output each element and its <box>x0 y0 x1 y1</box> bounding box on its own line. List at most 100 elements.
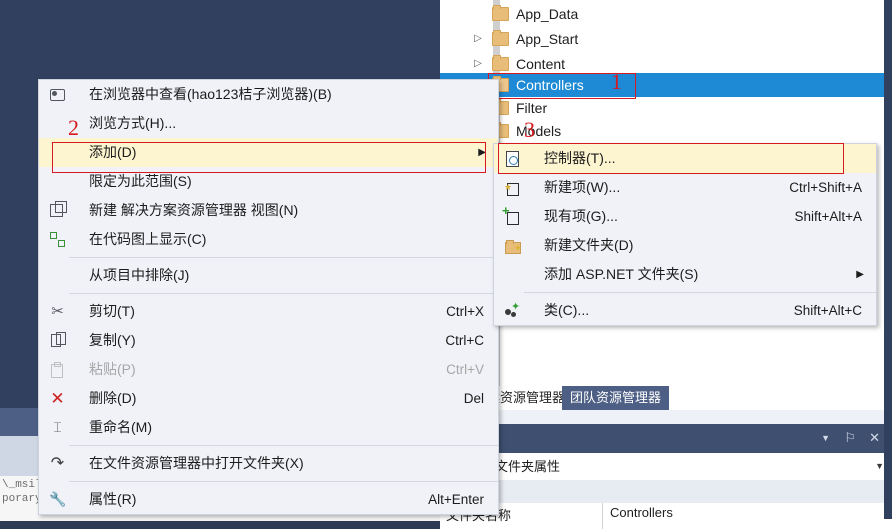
paste-icon <box>49 361 66 378</box>
class-icon: ✦ <box>504 302 521 319</box>
menu-item-label: 新建项(W)... <box>544 179 621 195</box>
menu-item-paste: 粘贴(P) Ctrl+V <box>39 355 498 384</box>
cut-icon: ✂ <box>51 303 64 320</box>
properties-title-bar: ▼ ⚐ ✕ <box>440 424 892 453</box>
menu-item-accelerator: Ctrl+V <box>446 362 484 377</box>
menu-item-accelerator: Ctrl+Shift+A <box>789 180 862 195</box>
code-map-icon <box>49 231 66 248</box>
menu-item-label: 新建 解决方案资源管理器 视图(N) <box>89 202 299 218</box>
property-value: Controllers <box>610 505 673 520</box>
properties-object-type: 文件夹属性 <box>495 459 561 474</box>
tree-item-label: Filter <box>516 100 548 116</box>
menu-item-scope-to-this[interactable]: 限定为此范围(S) <box>39 167 498 196</box>
folder-icon <box>492 30 509 46</box>
menu-item-label: 从项目中排除(J) <box>89 267 190 283</box>
pin-icon[interactable]: ⚐ <box>844 430 856 446</box>
menu-item-label: 复制(Y) <box>89 332 136 348</box>
chevron-down-icon[interactable]: ▼ <box>821 430 830 446</box>
menu-item-label: 类(C)... <box>544 302 590 318</box>
menu-separator <box>69 481 498 482</box>
menu-item-label: 限定为此范围(S) <box>89 173 192 189</box>
menu-separator <box>524 292 876 293</box>
new-item-icon <box>504 173 521 202</box>
properties-icon: 🔧 <box>49 491 67 507</box>
properties-window: ▼ ⚐ ✕ llers 文件夹属性 ▼ 文件夹名称 Controllers <box>440 410 892 529</box>
menu-item-label: 重命名(M) <box>89 419 152 435</box>
tree-item-label: App_Start <box>516 31 579 47</box>
menu-item-new-solution-explorer-view[interactable]: 新建 解决方案资源管理器 视图(N) <box>39 196 498 225</box>
menu-item-cut[interactable]: ✂ 剪切(T) Ctrl+X <box>39 297 498 326</box>
menu-item-view-in-browser[interactable]: 在浏览器中查看(hao123桔子浏览器)(B) <box>39 80 498 109</box>
menu-item-browse-with[interactable]: 浏览方式(H)... <box>39 109 498 138</box>
tree-item-app-start[interactable]: ▷ App_Start <box>440 27 892 51</box>
rename-icon: ⌶ <box>53 419 62 435</box>
menu-item-label: 在代码图上显示(C) <box>89 231 207 247</box>
menu-item-rename[interactable]: ⌶ 重命名(M) <box>39 413 498 442</box>
submenu-item-new-folder[interactable]: 新建文件夹(D) <box>494 231 876 263</box>
chevron-right-icon: ▶ <box>856 269 864 280</box>
properties-object-selector[interactable]: llers 文件夹属性 ▼ <box>440 453 892 481</box>
close-icon[interactable]: ✕ <box>869 430 880 446</box>
menu-item-show-on-code-map[interactable]: 在代码图上显示(C) <box>39 225 498 254</box>
menu-item-accelerator: Shift+Alt+C <box>793 303 862 318</box>
menu-separator <box>69 293 498 294</box>
open-folder-icon: ↷ <box>50 455 65 472</box>
menu-item-accelerator: Del <box>463 391 484 406</box>
menu-item-label: 粘贴(P) <box>89 361 136 377</box>
add-submenu[interactable]: 控制器(T)... 新建项(W)... Ctrl+Shift+A 现有项(G).… <box>493 143 877 326</box>
tree-item-app-data[interactable]: App_Data <box>440 2 892 26</box>
menu-separator <box>69 445 498 446</box>
submenu-item-class[interactable]: ✦ 类(C)... Shift+Alt+C <box>494 296 876 325</box>
chevron-down-icon[interactable]: ▼ <box>875 453 884 480</box>
menu-item-add[interactable]: 添加(D) ▶ <box>39 138 498 167</box>
tree-item-label: App_Data <box>516 6 579 22</box>
menu-item-label: 浏览方式(H)... <box>89 115 177 131</box>
tree-item-models[interactable]: Models <box>440 119 892 143</box>
new-view-icon <box>49 201 67 219</box>
browser-icon <box>49 86 66 103</box>
menu-item-open-folder-in-file-explorer[interactable]: ↷ 在文件资源管理器中打开文件夹(X) <box>39 449 498 478</box>
tab-team-explorer[interactable]: 团队资源管理器 <box>562 386 670 410</box>
controller-icon <box>504 150 521 167</box>
submenu-item-controller[interactable]: 控制器(T)... <box>494 144 876 173</box>
menu-item-label: 添加(D) <box>89 144 137 160</box>
tree-item-label: Models <box>516 123 562 139</box>
menu-item-accelerator: Ctrl+C <box>445 333 484 348</box>
properties-grid-divider[interactable] <box>602 503 603 529</box>
properties-grid: 文件夹名称 Controllers <box>440 503 892 529</box>
menu-item-properties[interactable]: 🔧 属性(R) Alt+Enter <box>39 485 498 514</box>
existing-item-icon <box>502 204 521 225</box>
copy-icon <box>49 332 66 349</box>
context-menu[interactable]: 在浏览器中查看(hao123桔子浏览器)(B) 浏览方式(H)... 添加(D)… <box>38 79 499 515</box>
submenu-item-new-item[interactable]: 新建项(W)... Ctrl+Shift+A <box>494 173 876 202</box>
menu-item-label: 属性(R) <box>89 491 137 507</box>
menu-item-label: 添加 ASP.NET 文件夹(S) <box>544 266 699 282</box>
menu-item-label: 现有项(G)... <box>544 208 618 224</box>
menu-separator <box>69 257 498 258</box>
menu-item-accelerator: Shift+Alt+A <box>794 209 862 224</box>
submenu-item-add-aspnet-folder[interactable]: 添加 ASP.NET 文件夹(S) ▶ <box>494 260 876 289</box>
ide-right-rail <box>884 410 892 519</box>
menu-item-label: 剪切(T) <box>89 303 135 319</box>
menu-item-copy[interactable]: 复制(Y) Ctrl+C <box>39 326 498 355</box>
tree-item-filter[interactable]: Filter <box>440 96 892 120</box>
new-folder-icon <box>504 234 522 263</box>
tree-item-controllers[interactable]: Controllers <box>440 73 892 97</box>
menu-item-label: 在浏览器中查看(hao123桔子浏览器)(B) <box>89 86 332 102</box>
chevron-right-icon: ▶ <box>478 147 486 158</box>
chevron-right-icon[interactable]: ▷ <box>471 27 485 51</box>
folder-icon <box>492 55 509 71</box>
menu-item-label: 删除(D) <box>89 390 137 406</box>
menu-item-label: 新建文件夹(D) <box>544 237 634 253</box>
folder-icon <box>492 5 509 21</box>
menu-item-label: 在文件资源管理器中打开文件夹(X) <box>89 455 304 471</box>
properties-toolbar <box>440 480 892 504</box>
menu-item-accelerator: Alt+Enter <box>428 492 484 507</box>
tree-item-label: Controllers <box>516 77 584 93</box>
menu-item-delete[interactable]: ✕ 删除(D) Del <box>39 384 498 413</box>
ide-right-rail-top <box>884 0 892 410</box>
menu-item-exclude-from-project[interactable]: 从项目中排除(J) <box>39 261 498 290</box>
submenu-item-existing-item[interactable]: 现有项(G)... Shift+Alt+A <box>494 202 876 231</box>
menu-item-label: 控制器(T)... <box>544 150 616 166</box>
panel-tabstrip: 解决方案资源管理器 团队资源管理器 <box>440 386 892 410</box>
